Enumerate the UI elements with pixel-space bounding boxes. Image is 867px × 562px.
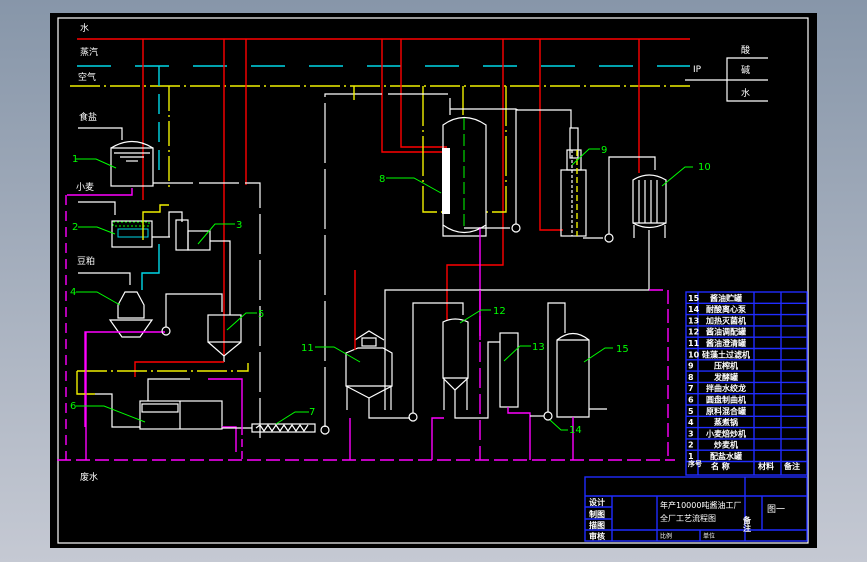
table-row-name: 硅藻土过滤机	[702, 349, 750, 359]
table-row-name: 耐酸离心泵	[706, 304, 746, 314]
callout-3: 3	[236, 220, 242, 231]
callout-2: 2	[72, 222, 78, 233]
unit-label: 单位	[703, 532, 715, 540]
table-row-name: 圆盘制曲机	[706, 395, 746, 405]
table-row-name: 发酵罐	[713, 372, 738, 382]
figure-label: 图一	[767, 504, 785, 515]
callout-5: 5	[258, 309, 264, 320]
design-label: 设计	[589, 497, 605, 507]
scale-label: 比例	[660, 532, 672, 540]
table-row-name: 压榨机	[714, 361, 738, 371]
callout-10: 10	[698, 162, 711, 173]
process-flow-drawing: 水 蒸汽 空气 IP 酸 碱 水 食盐 小麦 豆粕 废水 1 2 3 4 5 6…	[50, 13, 817, 548]
drawing-title-line2: 全厂工艺流程图	[660, 513, 716, 523]
table-row-number: 9	[688, 362, 694, 371]
wastewater-label: 废水	[80, 471, 98, 483]
table-row-number: 15	[688, 294, 700, 303]
table-row-number: 14	[688, 305, 700, 314]
table-row-name: 酱油澄清罐	[706, 338, 746, 348]
callout-13: 13	[532, 342, 545, 353]
table-row-number: 4	[688, 418, 694, 427]
soybean-meal-label: 豆粕	[77, 255, 95, 267]
callout-4: 4	[70, 287, 76, 298]
cip-water-label: 水	[741, 87, 750, 99]
header-no: 序号	[687, 459, 702, 468]
table-row-number: 2	[688, 441, 694, 450]
callout-8: 8	[379, 174, 385, 185]
salt-label: 食盐	[79, 111, 97, 123]
table-row-number: 12	[688, 328, 699, 337]
table-row-name: 小麦焙炒机	[705, 428, 746, 438]
callout-15: 15	[616, 344, 629, 355]
table-row-number: 5	[688, 407, 694, 416]
table-row-name: 炒麦机	[714, 440, 738, 450]
trace-label: 描图	[589, 520, 605, 530]
table-row-number: 7	[688, 384, 694, 393]
air-label: 空气	[78, 71, 96, 83]
table-row-name: 原料混合罐	[706, 406, 746, 416]
header-material: 材料	[758, 461, 774, 471]
steam-label: 蒸汽	[80, 46, 98, 58]
callout-14: 14	[569, 425, 582, 436]
table-row-number: 3	[688, 429, 694, 438]
draw-label: 制图	[589, 509, 605, 519]
table-row-number: 11	[688, 339, 700, 348]
table-row-name: 蒸煮锅	[714, 417, 738, 427]
remark-label: 备注	[742, 515, 752, 533]
cip-label: IP	[693, 65, 702, 75]
acid-label: 酸	[741, 45, 750, 56]
water-label: 水	[80, 22, 89, 34]
callout-7: 7	[309, 407, 315, 418]
callout-9: 9	[601, 145, 607, 156]
callout-11: 11	[301, 343, 314, 354]
table-row-name: 配盐水罐	[710, 451, 742, 461]
callout-6: 6	[70, 401, 76, 412]
table-row-number: 6	[688, 396, 694, 405]
table-row-name: 酱油贮罐	[710, 293, 742, 303]
alkali-label: 碱	[741, 65, 750, 76]
table-row-name: 拌曲水绞龙	[706, 383, 746, 393]
callout-1: 1	[72, 154, 78, 165]
wheat-label: 小麦	[76, 181, 94, 193]
table-row-number: 8	[688, 373, 694, 382]
table-row-name: 酱油调配罐	[706, 327, 746, 337]
review-label: 审核	[589, 531, 605, 541]
header-name: 名 称	[711, 461, 730, 471]
drawing-title-line1: 年产10000吨酱油工厂	[660, 500, 741, 510]
header-remark: 备注	[783, 461, 800, 471]
callout-12: 12	[493, 306, 506, 317]
table-row-number: 13	[688, 316, 699, 325]
table-row-number: 10	[688, 350, 700, 359]
table-row-name: 加热灭菌机	[705, 315, 746, 325]
